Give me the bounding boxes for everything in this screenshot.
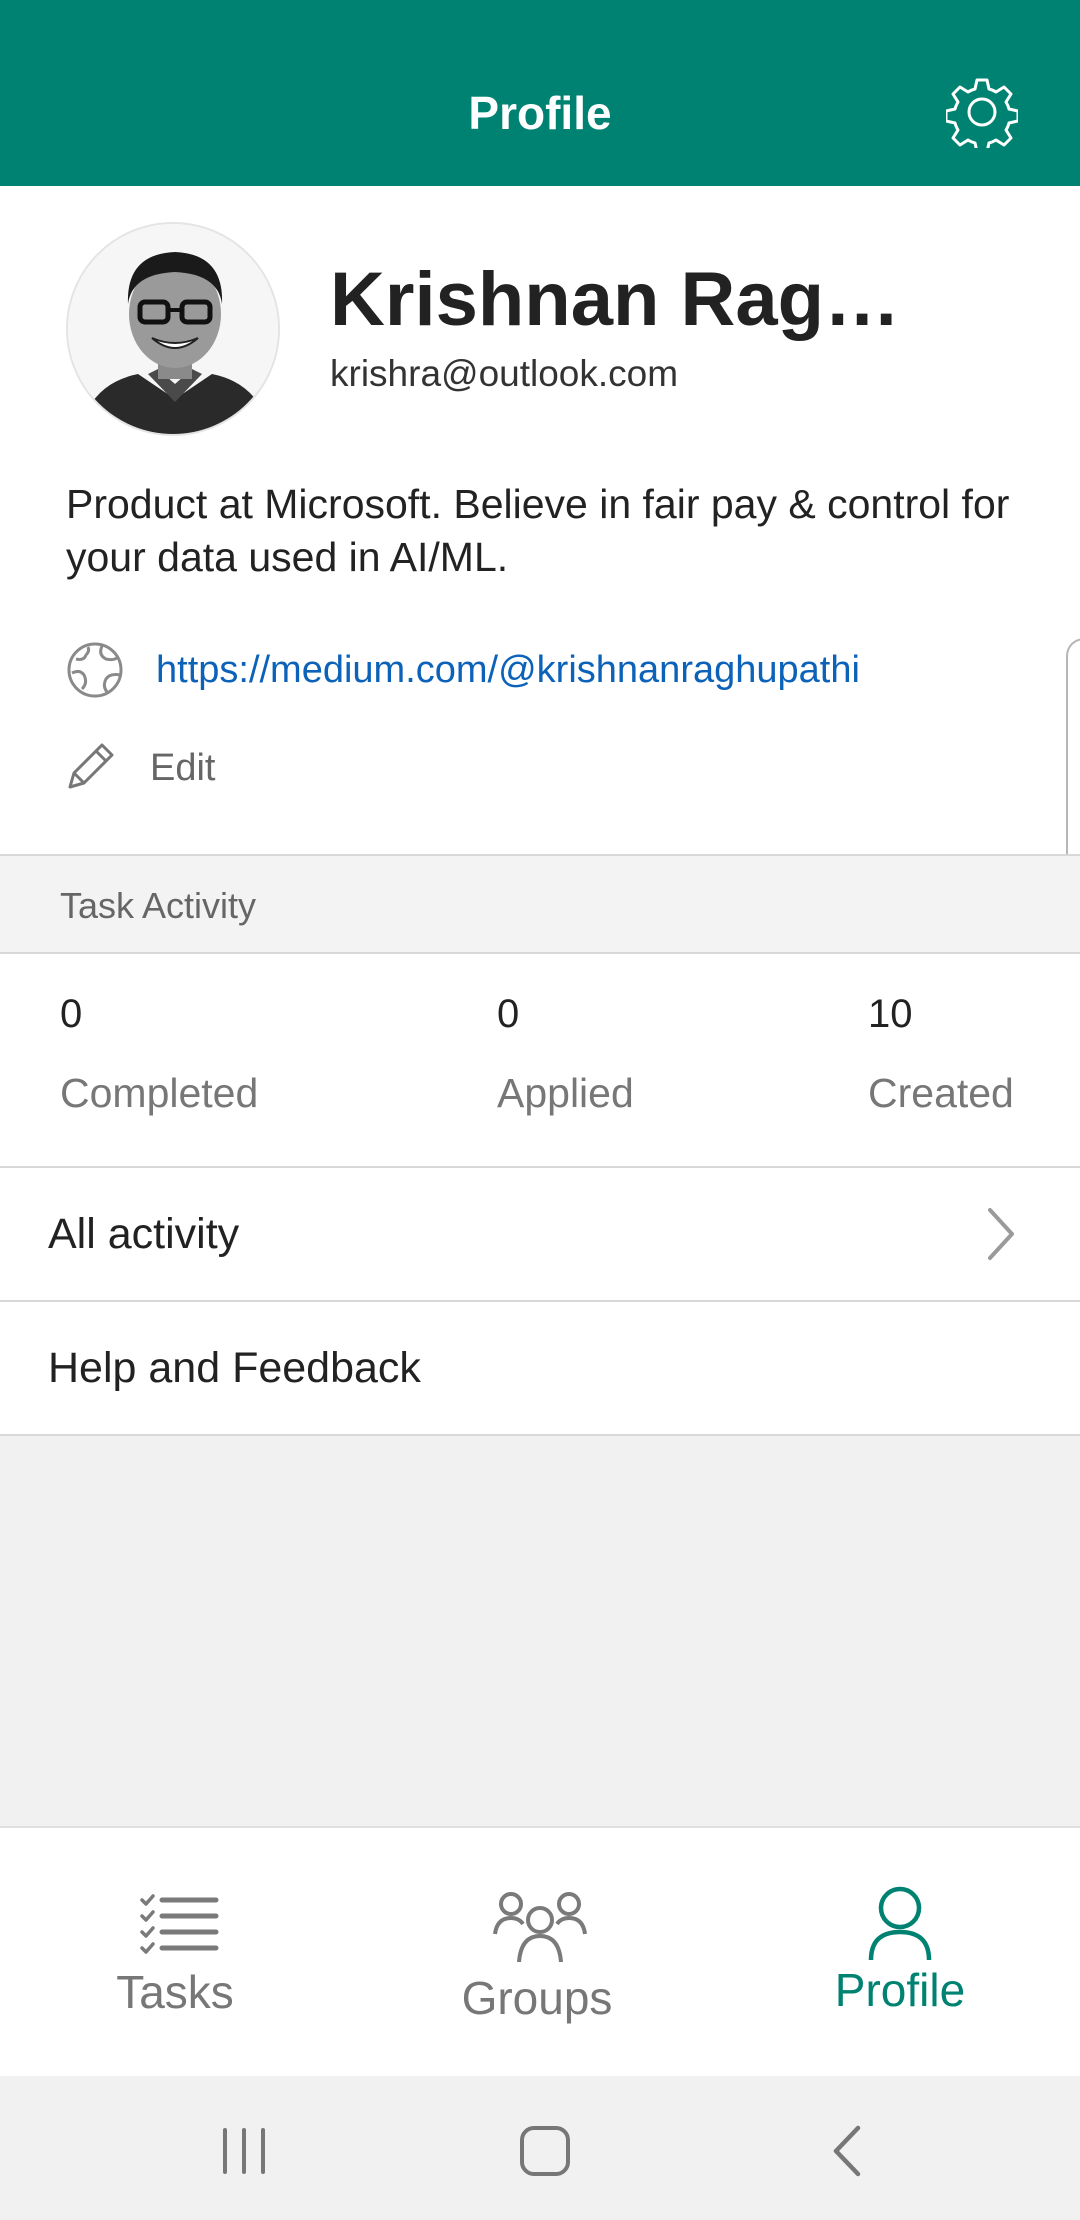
task-stats: 0 Completed 0 Applied 10 Created [0, 954, 1080, 1168]
person-icon [868, 1886, 932, 1960]
profile-email: krishra@outlook.com [330, 353, 679, 394]
tab-tasks[interactable]: Tasks [0, 1828, 360, 2078]
tab-label: Profile [834, 1964, 966, 2016]
stat-completed: 0 Completed [60, 990, 258, 1118]
globe-icon [67, 642, 123, 698]
stat-label: Completed [60, 1070, 259, 1116]
website-link[interactable]: https://medium.com/@krishnanraghupathi [156, 644, 860, 696]
people-icon [493, 1892, 587, 1962]
settings-button[interactable] [942, 72, 1022, 152]
stat-value: 0 [497, 992, 520, 1036]
home-button[interactable] [505, 2116, 585, 2186]
gear-icon [946, 78, 1018, 148]
help-feedback-label: Help and Feedback [48, 1344, 421, 1392]
home-icon [520, 2126, 570, 2176]
pencil-icon[interactable] [64, 741, 116, 793]
all-activity-label: All activity [48, 1210, 240, 1258]
stat-value: 0 [60, 992, 83, 1036]
tab-label: Groups [461, 1972, 613, 2024]
recent-apps-button[interactable] [204, 2116, 284, 2186]
tab-groups[interactable]: Groups [360, 1828, 720, 2078]
avatar[interactable] [66, 222, 280, 436]
stat-value: 10 [868, 992, 913, 1036]
system-nav-bar [0, 2076, 1080, 2220]
help-feedback-row[interactable]: Help and Feedback [0, 1302, 1080, 1436]
stat-applied: 0 Applied [497, 990, 634, 1118]
profile-name: Krishnan Raghu… [330, 257, 930, 342]
stat-label: Created [868, 1070, 1014, 1116]
bottom-nav: Tasks Groups Profile [0, 1826, 1080, 2076]
edit-profile-button[interactable]: Edit [150, 743, 215, 793]
back-icon [833, 2125, 861, 2177]
task-activity-header: Task Activity [0, 854, 1080, 954]
page-title: Profile [468, 87, 612, 139]
app-header: Profile [0, 0, 1080, 186]
tab-label: Tasks [116, 1966, 234, 2018]
all-activity-row[interactable]: All activity [0, 1168, 1080, 1302]
stat-created: 10 Created [868, 990, 1014, 1118]
checklist-icon [140, 1894, 219, 1954]
recent-apps-icon [223, 2128, 265, 2174]
profile-bio: Product at Microsoft. Believe in fair pa… [66, 481, 1010, 580]
back-button[interactable] [808, 2116, 888, 2186]
task-activity-title: Task Activity [60, 885, 257, 926]
stat-label: Applied [497, 1070, 634, 1116]
tab-profile[interactable]: Profile [720, 1828, 1080, 2078]
chevron-right-icon [988, 1208, 1014, 1260]
